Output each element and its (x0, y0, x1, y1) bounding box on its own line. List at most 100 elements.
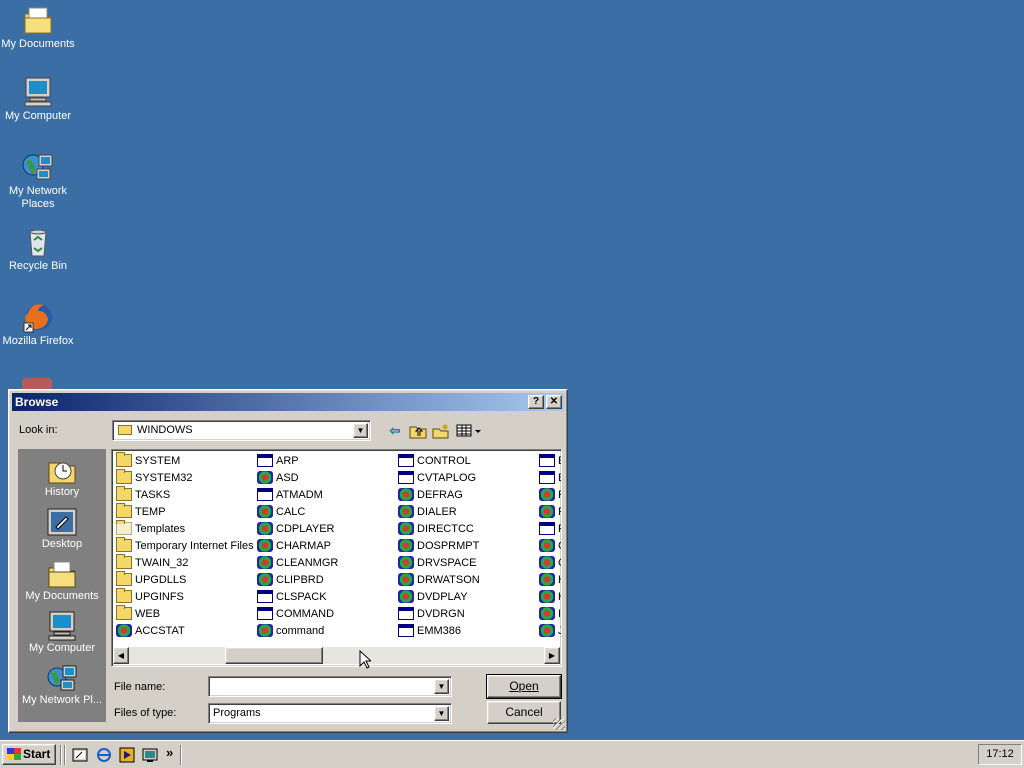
media-player-icon[interactable] (119, 747, 135, 763)
file-list-item[interactable]: TWAIN_32 (116, 554, 254, 571)
desktop-icon-my-computer[interactable]: My Computer (0, 76, 76, 123)
application-icon (257, 505, 273, 518)
open-button[interactable]: Open (486, 674, 562, 699)
file-list-item[interactable]: UPGINFS (116, 588, 254, 605)
chevron-down-icon[interactable]: ▼ (353, 423, 368, 438)
file-list-item[interactable]: ACCSTAT (116, 622, 254, 639)
file-list-item[interactable]: SYSTEM (116, 452, 254, 469)
chevron-down-icon[interactable]: ▼ (434, 679, 449, 694)
file-list-item[interactable]: G (539, 537, 561, 554)
file-list-item[interactable]: Temporary Internet Files (116, 537, 254, 554)
chevron-down-icon[interactable]: ▼ (434, 706, 449, 721)
desktop-icon[interactable] (142, 747, 158, 763)
places-my-documents[interactable]: My Documents (18, 559, 106, 602)
window-program-icon (398, 624, 414, 637)
places-my-network[interactable]: My Network Pl... (18, 663, 106, 706)
application-icon (398, 556, 414, 569)
desktop-icon-my-network-places[interactable]: My Network Places (0, 151, 76, 211)
folder-icon (116, 588, 132, 603)
places-my-computer[interactable]: My Computer (18, 611, 106, 654)
file-list-item[interactable]: CVTAPLOG (398, 469, 480, 486)
file-list-item[interactable]: UPGDLLS (116, 571, 254, 588)
quick-launch-overflow[interactable]: » (166, 745, 173, 760)
desktop-icon-recycle-bin[interactable]: Recycle Bin (0, 226, 76, 273)
taskbar-clock[interactable]: 17:12 (978, 744, 1022, 765)
back-button[interactable]: ⇦ (384, 421, 406, 441)
dialog-titlebar[interactable]: Browse ? ✕ (12, 393, 564, 411)
file-list-item[interactable]: DEFRAG (398, 486, 480, 503)
file-list-item[interactable]: TEMP (116, 503, 254, 520)
file-list-item[interactable]: F (539, 520, 561, 537)
application-icon (116, 624, 132, 637)
file-list-item[interactable]: II (539, 605, 561, 622)
file-list-item[interactable]: DIRECTCC (398, 520, 480, 537)
file-name: ASD (276, 471, 299, 484)
desktop-icon-mozilla-firefox[interactable]: Mozilla Firefox (0, 301, 76, 348)
file-list-item[interactable]: EMM386 (398, 622, 480, 639)
desktop-icon-my-documents[interactable]: My Documents (0, 4, 76, 51)
mouse-cursor-icon (359, 650, 371, 669)
folder-icon (116, 520, 132, 535)
files-of-type-dropdown[interactable]: Programs ▼ (208, 703, 452, 724)
file-list-item[interactable]: ATMADM (257, 486, 338, 503)
file-list-item[interactable]: WEB (116, 605, 254, 622)
internet-explorer-icon[interactable] (96, 747, 112, 763)
file-list-item[interactable]: G (539, 554, 561, 571)
file-list-item[interactable]: CLIPBRD (257, 571, 338, 588)
scroll-thumb[interactable] (225, 647, 323, 664)
horizontal-scrollbar[interactable]: ◀ ▶ (113, 647, 560, 664)
file-list-item[interactable]: CLSPACK (257, 588, 338, 605)
file-list-item[interactable]: CALC (257, 503, 338, 520)
file-list-item[interactable]: command (257, 622, 338, 639)
help-button[interactable]: ? (528, 395, 544, 409)
file-list-item[interactable]: TASKS (116, 486, 254, 503)
desktop-icon-label: My Computer (4, 110, 72, 122)
file-list-item[interactable]: H (539, 588, 561, 605)
file-list-item[interactable]: Templates (116, 520, 254, 537)
file-list-item[interactable]: CONTROL (398, 452, 480, 469)
scroll-left-button[interactable]: ◀ (113, 647, 129, 664)
file-list-item[interactable]: CHARMAP (257, 537, 338, 554)
show-desktop-icon[interactable] (72, 747, 88, 763)
file-list-item[interactable]: SYSTEM32 (116, 469, 254, 486)
close-button[interactable]: ✕ (546, 395, 562, 409)
file-list[interactable]: SYSTEM SYSTEM32 TASKS TEMP Templates Temporar… (111, 449, 562, 667)
file-list-item[interactable]: COMMAND (257, 605, 338, 622)
file-list-item[interactable]: CLEANMGR (257, 554, 338, 571)
file-list-item[interactable]: E (539, 452, 561, 469)
new-folder-button[interactable] (430, 421, 452, 441)
computer-icon (46, 611, 78, 641)
file-list-item[interactable]: ARP (257, 452, 338, 469)
scroll-right-button[interactable]: ▶ (544, 647, 560, 664)
file-list-item[interactable]: E (539, 469, 561, 486)
file-list-item[interactable]: F (539, 503, 561, 520)
computer-icon (21, 76, 55, 108)
file-list-item[interactable]: H (539, 571, 561, 588)
file-list-item[interactable]: DVDPLAY (398, 588, 480, 605)
file-list-item[interactable]: CDPLAYER (257, 520, 338, 537)
places-desktop[interactable]: Desktop (18, 507, 106, 550)
taskbar: Start » 17:12 (0, 740, 1024, 768)
view-menu-button[interactable] (455, 421, 483, 441)
cancel-button[interactable]: Cancel (487, 701, 561, 724)
window-program-icon (539, 454, 555, 467)
file-list-item[interactable]: DVDRGN (398, 605, 480, 622)
taskbar-separator (60, 745, 62, 765)
file-name: SYSTEM32 (135, 471, 193, 484)
file-name: E (558, 472, 561, 484)
file-list-item[interactable]: DRWATSON (398, 571, 480, 588)
file-list-item[interactable]: F (539, 486, 561, 503)
file-list-item[interactable]: DOSPRMPT (398, 537, 480, 554)
file-list-item[interactable]: DRVSPACE (398, 554, 480, 571)
resize-grip[interactable] (553, 718, 565, 730)
file-list-item[interactable]: ASD (257, 469, 338, 486)
up-folder-button[interactable] (407, 421, 429, 441)
file-list-item[interactable]: DIALER (398, 503, 480, 520)
look-in-dropdown[interactable]: WINDOWS ▼ (112, 420, 371, 441)
file-name: CONTROL (417, 454, 471, 467)
start-button[interactable]: Start (2, 744, 56, 765)
file-name-input[interactable]: ▼ (208, 676, 452, 697)
file-list-item[interactable]: J (539, 622, 561, 639)
places-history[interactable]: History (18, 455, 106, 498)
file-name: DIRECTCC (417, 522, 474, 535)
